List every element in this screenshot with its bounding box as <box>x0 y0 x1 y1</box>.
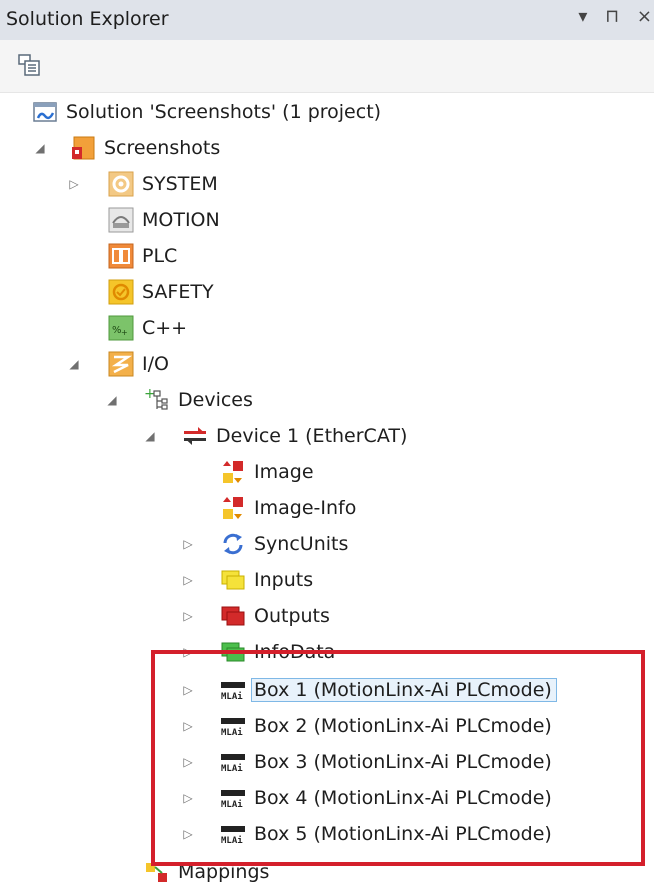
svg-text:MLAi: MLAi <box>221 763 243 774</box>
tree-item-label: Box 5 (MotionLinx-Ai PLCmode) <box>254 823 552 845</box>
tree-item-solution[interactable]: Solution 'Screenshots' (1 project) <box>32 96 381 128</box>
tree-item-label: Screenshots <box>104 137 221 159</box>
tree-item-label: Outputs <box>254 605 330 627</box>
collapsed-arrow-icon[interactable]: ▷ <box>180 718 196 734</box>
expanded-arrow-icon[interactable]: ◢ <box>66 356 82 372</box>
tree-item-devices[interactable]: + Devices <box>144 384 253 416</box>
ethercat-device-icon <box>182 423 208 449</box>
properties-icon[interactable] <box>16 52 42 78</box>
mlai-box-icon: MLAi <box>220 821 246 847</box>
tree-item-plc[interactable]: PLC <box>108 240 177 272</box>
expanded-arrow-icon[interactable]: ◢ <box>142 428 158 444</box>
devices-icon: + <box>144 387 170 413</box>
tree-item-label: SYSTEM <box>142 173 218 195</box>
tree-item-label: Image-Info <box>254 497 357 519</box>
tree-item-label: Box 4 (MotionLinx-Ai PLCmode) <box>254 787 552 809</box>
collapsed-arrow-icon[interactable]: ▷ <box>180 572 196 588</box>
image-icon <box>220 459 246 485</box>
sync-icon <box>220 531 246 557</box>
collapsed-arrow-icon[interactable]: ▷ <box>180 608 196 624</box>
mlai-box-icon: MLAi <box>220 713 246 739</box>
mappings-icon <box>144 859 170 885</box>
tree-item-label: I/O <box>142 353 169 375</box>
tree-item-inputs[interactable]: Inputs <box>220 564 313 596</box>
collapsed-arrow-icon[interactable]: ▷ <box>66 176 82 192</box>
plc-icon <box>108 243 134 269</box>
solution-explorer-titlebar: Solution Explorer ▾ ⊓ × <box>0 0 654 40</box>
tree-item-system[interactable]: SYSTEM <box>108 168 218 200</box>
tree-item-label: InfoData <box>254 641 336 663</box>
tree-item-label: Device 1 (EtherCAT) <box>216 425 408 447</box>
expanded-arrow-icon[interactable]: ◢ <box>32 140 48 156</box>
outputs-icon <box>220 603 246 629</box>
expanded-arrow-icon[interactable]: ◢ <box>104 392 120 408</box>
tree-item-label: Box 2 (MotionLinx-Ai PLCmode) <box>254 715 552 737</box>
tree-item-project[interactable]: Screenshots <box>70 132 220 164</box>
collapsed-arrow-icon[interactable]: ▷ <box>180 790 196 806</box>
panel-controls[interactable]: ▾ ⊓ × <box>578 6 654 27</box>
tree-item-outputs[interactable]: Outputs <box>220 600 330 632</box>
tree-item-image-info[interactable]: Image-Info <box>220 492 356 524</box>
tree-item-box4[interactable]: MLAi Box 4 (MotionLinx-Ai PLCmode) <box>220 782 552 814</box>
tree-item-box1[interactable]: MLAi Box 1 (MotionLinx-Ai PLCmode) <box>220 674 557 706</box>
tree-item-image[interactable]: Image <box>220 456 314 488</box>
collapsed-arrow-icon[interactable]: ▷ <box>180 754 196 770</box>
tree-item-motion[interactable]: MOTION <box>108 204 220 236</box>
panel-title: Solution Explorer <box>6 8 169 30</box>
solution-icon <box>32 99 58 125</box>
tree-item-box2[interactable]: MLAi Box 2 (MotionLinx-Ai PLCmode) <box>220 710 552 742</box>
mlai-box-icon: MLAi <box>220 785 246 811</box>
motion-icon <box>108 207 134 233</box>
safety-icon <box>108 279 134 305</box>
tree-item-box3[interactable]: MLAi Box 3 (MotionLinx-Ai PLCmode) <box>220 746 552 778</box>
tree-item-label: PLC <box>142 245 178 267</box>
system-icon <box>108 171 134 197</box>
tree-item-safety[interactable]: SAFETY <box>108 276 214 308</box>
tree-item-label: SyncUnits <box>254 533 349 555</box>
tree-item-label: MOTION <box>142 209 220 231</box>
image-info-icon <box>220 495 246 521</box>
tree-item-cpp[interactable]: % + C++ <box>108 312 187 344</box>
cpp-icon: % + <box>108 315 134 341</box>
svg-text:MLAi: MLAi <box>221 691 243 702</box>
twincat-project-icon <box>70 135 96 161</box>
tree-item-label: Mappings <box>178 861 270 883</box>
mlai-box-icon: MLAi <box>220 749 246 775</box>
io-icon <box>108 351 134 377</box>
tree-item-label: SAFETY <box>142 281 214 303</box>
collapsed-arrow-icon[interactable]: ▷ <box>180 826 196 842</box>
tree-item-io[interactable]: I/O <box>108 348 169 380</box>
svg-text:+: + <box>121 328 128 337</box>
svg-text:MLAi: MLAi <box>221 835 243 846</box>
toolbar <box>0 40 654 93</box>
collapsed-arrow-icon[interactable]: ▷ <box>180 682 196 698</box>
tree-item-label: Devices <box>178 389 253 411</box>
tree-item-syncunits[interactable]: SyncUnits <box>220 528 348 560</box>
tree-item-device1[interactable]: Device 1 (EtherCAT) <box>182 420 407 452</box>
collapsed-arrow-icon[interactable]: ▷ <box>180 644 196 660</box>
mlai-box-icon: MLAi <box>220 677 246 703</box>
tree-item-label: C++ <box>142 317 188 339</box>
tree-item-label: Box 1 (MotionLinx-Ai PLCmode) <box>251 678 557 702</box>
infodata-icon <box>220 639 246 665</box>
svg-text:MLAi: MLAi <box>221 799 243 810</box>
tree-item-box5[interactable]: MLAi Box 5 (MotionLinx-Ai PLCmode) <box>220 818 552 850</box>
inputs-icon <box>220 567 246 593</box>
tree-item-infodata[interactable]: InfoData <box>220 636 335 668</box>
tree-item-label: Image <box>254 461 314 483</box>
svg-text:MLAi: MLAi <box>221 727 243 738</box>
collapsed-arrow-icon[interactable]: ▷ <box>180 536 196 552</box>
tree-item-label: Solution 'Screenshots' (1 project) <box>66 101 382 123</box>
tree-item-label: Box 3 (MotionLinx-Ai PLCmode) <box>254 751 552 773</box>
tree-item-mappings[interactable]: Mappings <box>144 856 269 888</box>
tree-item-label: Inputs <box>254 569 314 591</box>
